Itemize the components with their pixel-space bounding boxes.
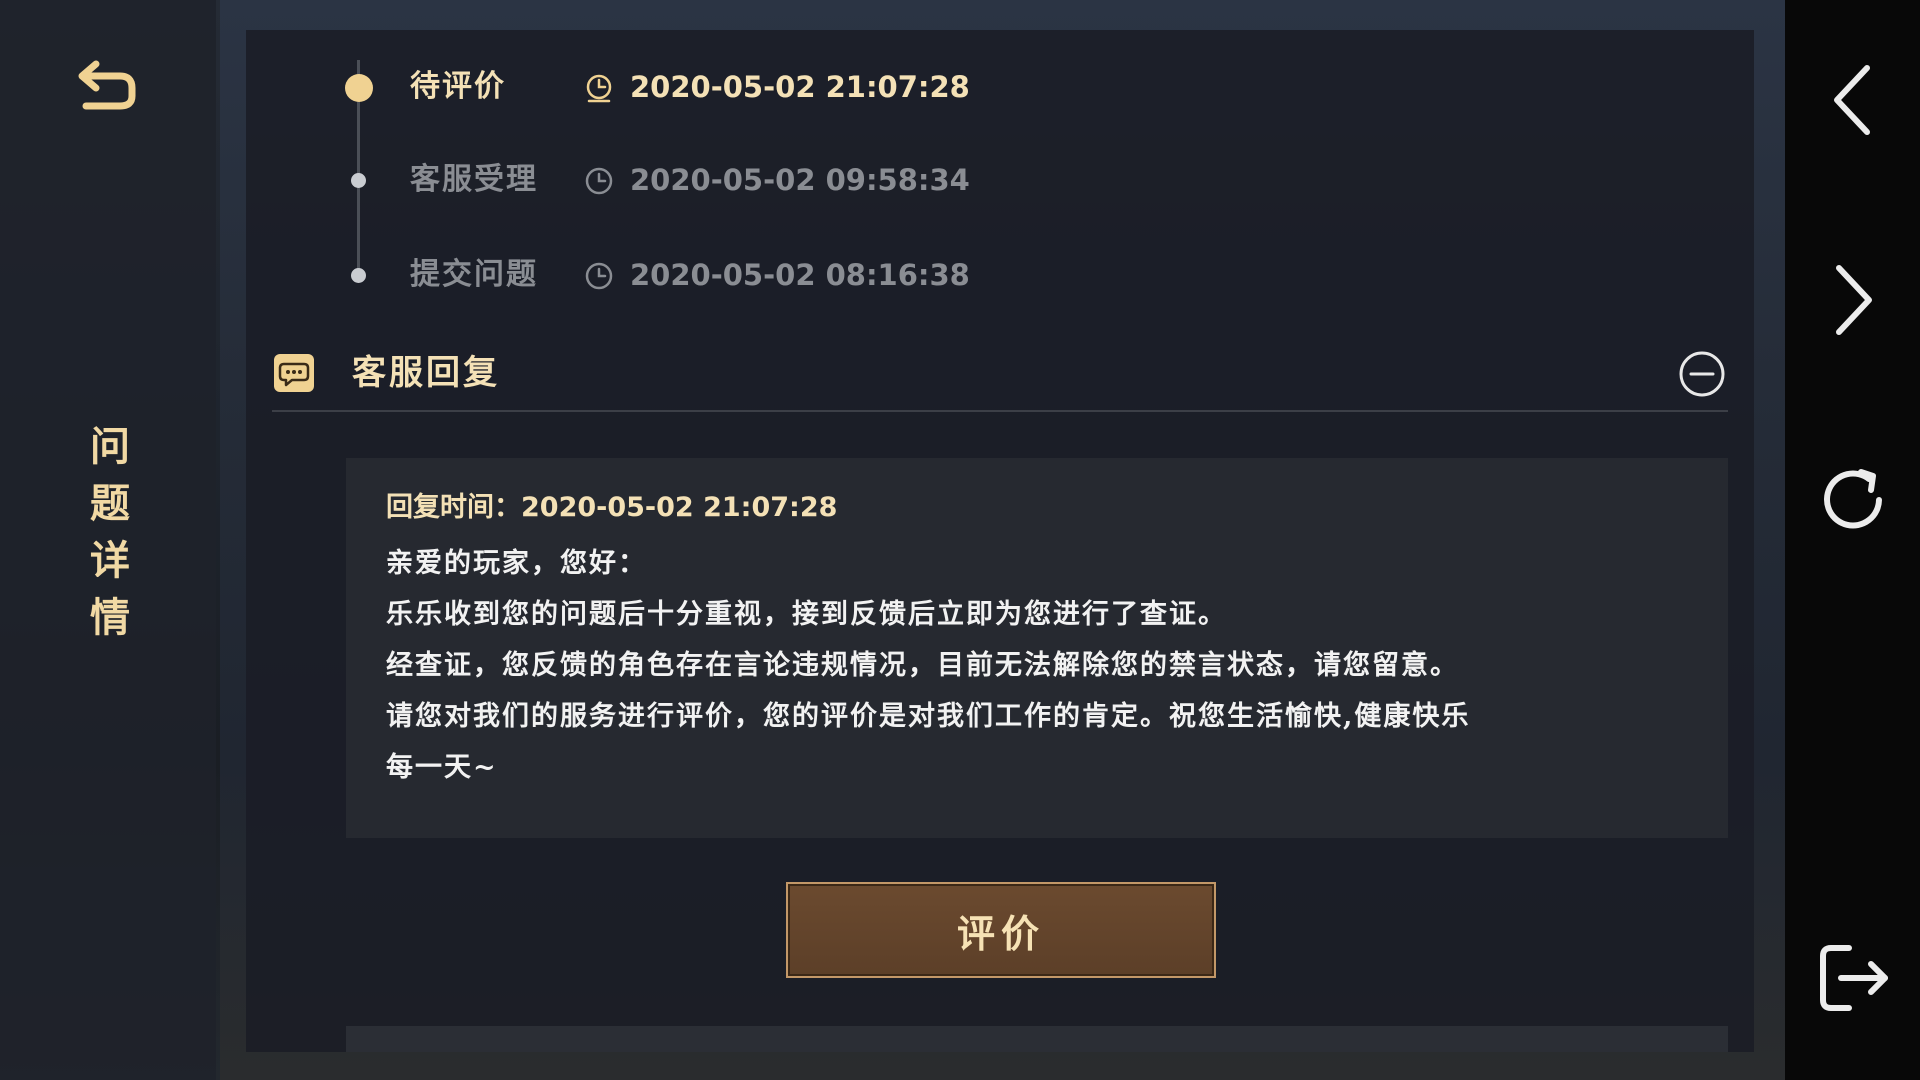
- page-title-char: 题: [90, 480, 130, 527]
- timeline-time: 2020-05-02 08:16:38: [630, 258, 970, 292]
- back-button[interactable]: [72, 50, 144, 120]
- timeline-item: 客服受理 2020-05-02 09:58:34: [246, 155, 1146, 205]
- reply-line: 乐乐收到您的问题后十分重视，接到反馈后立即为您进行了查证。: [386, 599, 1227, 630]
- rate-button[interactable]: 评价: [786, 882, 1216, 978]
- reply-time: 回复时间：2020-05-02 21:07:28: [386, 492, 838, 523]
- timeline-dot: [351, 173, 366, 188]
- clock-icon: [586, 74, 612, 103]
- page-title-char: 情: [90, 594, 130, 641]
- chevron-left-icon: [1834, 65, 1870, 135]
- section-divider: [272, 410, 1728, 412]
- clock-icon: [585, 262, 613, 290]
- timeline-dot: [351, 268, 366, 283]
- chevron-right-icon: [1836, 265, 1872, 335]
- reply-body: 亲爱的玩家，您好： 乐乐收到您的问题后十分重视，接到反馈后立即为您进行了查证。 …: [386, 538, 1696, 793]
- chat-bubble-icon: [274, 354, 314, 392]
- reply-line: 请您对我们的服务进行评价，您的评价是对我们工作的肯定。祝您生活愉快,健康快乐: [386, 701, 1471, 732]
- reply-section-title: 客服回复: [352, 353, 500, 393]
- reply-line: 每一天~: [386, 752, 498, 783]
- timeline-time: 2020-05-02 09:58:34: [630, 163, 970, 197]
- right-toolbar: [1785, 0, 1920, 1080]
- screen: 问 题 详 情 待评价 2020-05-02 21:07:28 客服受理 202…: [0, 0, 1920, 1080]
- prev-button[interactable]: [1803, 50, 1903, 150]
- next-card-edge: [346, 1026, 1728, 1052]
- reply-section-header: 客服回复: [272, 330, 1728, 420]
- clock-icon: [585, 167, 613, 195]
- timeline-status-label: 待评价: [410, 69, 506, 104]
- page-title: 问 题 详 情: [80, 418, 140, 646]
- left-sidebar: 问 题 详 情: [0, 0, 216, 1080]
- page-title-char: 问: [90, 423, 130, 470]
- timeline-time: 2020-05-02 21:07:28: [630, 70, 970, 104]
- refresh-icon: [1824, 469, 1882, 529]
- reply-card: 回复时间：2020-05-02 21:07:28 亲爱的玩家，您好： 乐乐收到您…: [346, 458, 1728, 838]
- minus-circle-icon[interactable]: [1678, 350, 1726, 398]
- back-arrow-icon: [78, 60, 136, 110]
- timeline-item: 待评价 2020-05-02 21:07:28: [246, 62, 1146, 112]
- reply-line: 亲爱的玩家，您好：: [386, 548, 647, 579]
- exit-button[interactable]: [1803, 928, 1903, 1028]
- timeline-status-label: 提交问题: [410, 257, 538, 292]
- exit-icon: [1820, 945, 1888, 1011]
- next-button[interactable]: [1803, 250, 1903, 350]
- page-title-char: 详: [90, 537, 130, 584]
- detail-panel: 待评价 2020-05-02 21:07:28 客服受理 2020-05-02 …: [246, 30, 1754, 1052]
- reply-line: 经查证，您反馈的角色存在言论违规情况，目前无法解除您的禁言状态，请您留意。: [386, 650, 1459, 681]
- timeline-item: 提交问题 2020-05-02 08:16:38: [246, 250, 1146, 300]
- refresh-button[interactable]: [1803, 450, 1903, 550]
- timeline-dot-active: [345, 74, 373, 102]
- timeline-status-label: 客服受理: [410, 162, 538, 197]
